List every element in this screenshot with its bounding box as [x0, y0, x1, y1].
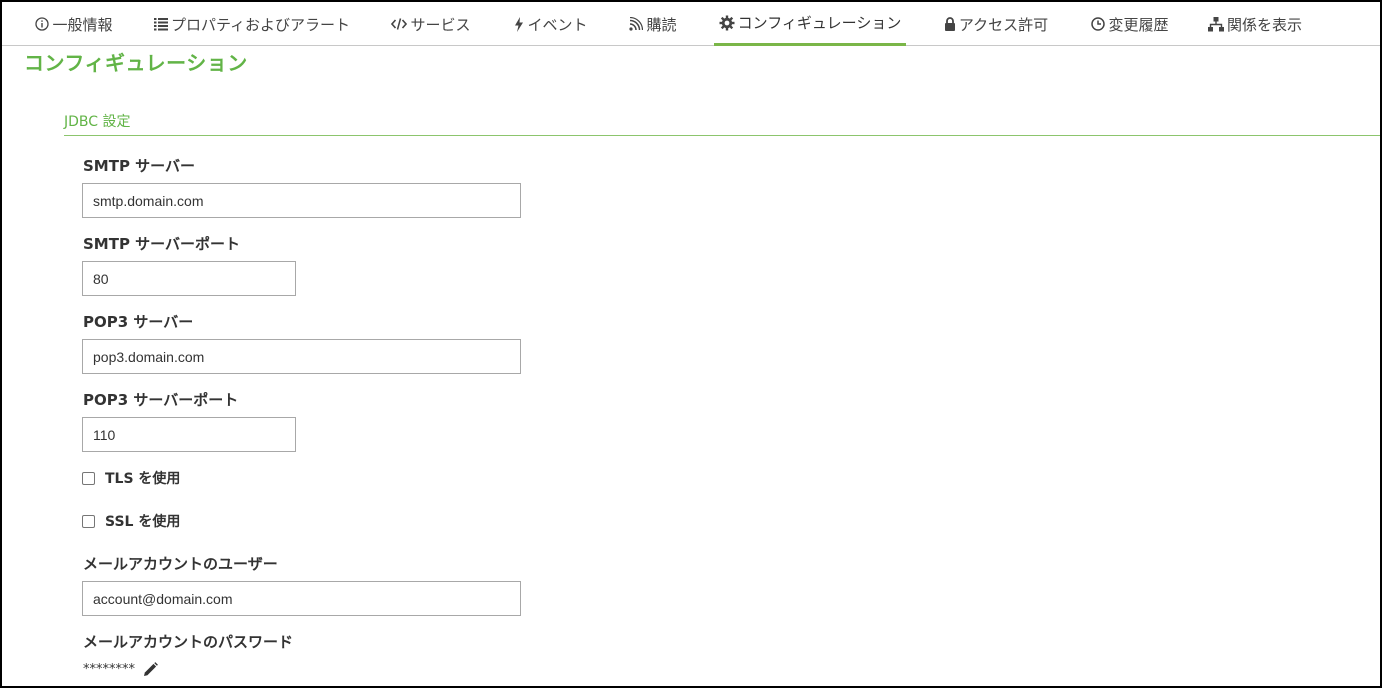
tab-show-relations[interactable]: 関係を表示 [1202, 2, 1308, 46]
tab-label: 一般情報 [52, 15, 113, 34]
pop3-server-input[interactable] [82, 339, 521, 374]
gear-icon [719, 15, 735, 31]
use-ssl-label: SSL を使用 [105, 514, 181, 530]
tab-label: アクセス許可 [958, 15, 1049, 34]
use-tls-checkbox[interactable] [82, 471, 95, 485]
tab-label: 関係を表示 [1226, 15, 1302, 34]
tab-label: イベント [527, 15, 588, 34]
tab-label: コンフィギュレーション [737, 14, 902, 32]
mail-password-label: メールアカウントのパスワード [83, 633, 294, 651]
tab-properties-alerts[interactable]: プロパティおよびアラート [146, 2, 358, 46]
tab-label: サービス [410, 15, 471, 34]
tab-bar: 一般情報 プロパティおよびアラート サービス イベント 購読 コンフィギュレーシ… [2, 2, 1380, 46]
tab-label: 変更履歴 [1108, 15, 1169, 34]
bolt-icon [514, 16, 524, 32]
mail-user-label: メールアカウントのユーザー [83, 555, 278, 573]
tab-change-history[interactable]: 変更履歴 [1084, 2, 1176, 46]
pop3-port-input[interactable] [82, 417, 296, 452]
use-ssl-checkbox[interactable] [82, 514, 95, 528]
pop3-server-label: POP3 サーバー [83, 313, 194, 331]
clock-icon [1091, 17, 1106, 31]
use-tls-row[interactable]: TLS を使用 [82, 468, 180, 488]
use-ssl-row[interactable]: SSL を使用 [82, 511, 180, 531]
tab-events[interactable]: イベント [504, 2, 598, 46]
pencil-icon[interactable] [143, 662, 158, 677]
info-icon [35, 17, 50, 31]
rss-icon [629, 17, 644, 31]
configuration-page: 一般情報 プロパティおよびアラート サービス イベント 購読 コンフィギュレーシ… [0, 0, 1382, 688]
tab-services[interactable]: サービス [384, 2, 478, 46]
sitemap-icon [1207, 16, 1224, 32]
lock-icon [944, 17, 956, 31]
pop3-port-label: POP3 サーバーポート [83, 391, 239, 409]
list-icon [153, 17, 168, 31]
section-heading-jdbc: JDBC 設定 [64, 111, 1380, 136]
tab-general-info[interactable]: 一般情報 [28, 2, 120, 46]
smtp-server-label: SMTP サーバー [83, 157, 196, 175]
use-tls-label: TLS を使用 [105, 471, 181, 487]
mail-user-input[interactable] [82, 581, 521, 616]
smtp-port-input[interactable] [82, 261, 296, 296]
mail-password-value: ******** [83, 662, 135, 677]
smtp-server-input[interactable] [82, 183, 521, 218]
tab-subscriptions[interactable]: 購読 [622, 2, 684, 46]
mail-password-row: ******** [83, 662, 158, 677]
code-icon [391, 17, 408, 31]
page-title: コンフィギュレーション [24, 51, 248, 75]
tab-configuration[interactable]: コンフィギュレーション [714, 2, 906, 46]
tab-label: 購読 [646, 15, 677, 34]
smtp-port-label: SMTP サーバーポート [83, 235, 241, 253]
tab-label: プロパティおよびアラート [170, 15, 351, 34]
tab-access-permissions[interactable]: アクセス許可 [938, 2, 1054, 46]
